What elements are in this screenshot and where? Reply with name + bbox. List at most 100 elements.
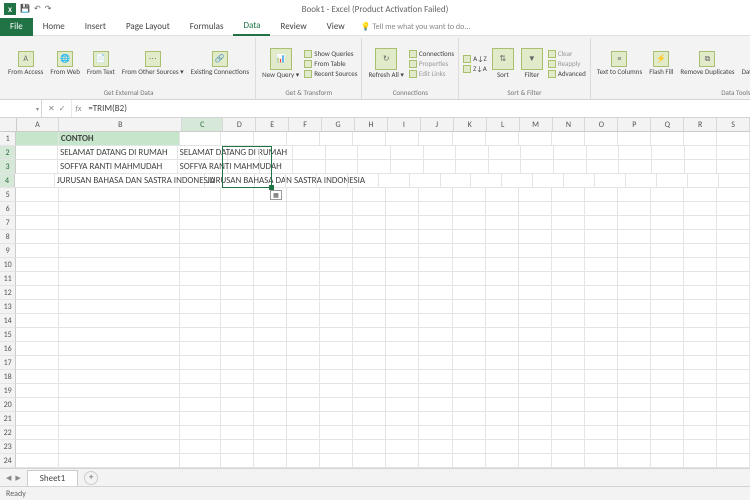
sheet-tab[interactable]: Sheet1 (27, 470, 78, 486)
redo-icon[interactable]: ↷ (45, 4, 52, 14)
cell[interactable] (317, 174, 348, 188)
cell[interactable] (254, 230, 287, 244)
cell[interactable] (287, 426, 320, 440)
cell[interactable] (618, 244, 651, 258)
cell[interactable] (651, 216, 684, 230)
enter-icon[interactable]: ✓ (59, 104, 66, 114)
cell[interactable] (651, 230, 684, 244)
cell[interactable] (59, 230, 180, 244)
cell[interactable] (486, 314, 519, 328)
cell[interactable] (287, 440, 320, 454)
cell[interactable] (180, 230, 221, 244)
cell[interactable] (353, 426, 386, 440)
cell[interactable] (521, 160, 554, 174)
cell[interactable] (684, 454, 717, 468)
cell[interactable] (419, 314, 452, 328)
cell[interactable] (353, 314, 386, 328)
cell[interactable] (320, 370, 353, 384)
cell[interactable] (651, 384, 684, 398)
row-header[interactable]: 19 (0, 384, 16, 398)
sort-za-button[interactable]: Z↓A (463, 64, 487, 73)
cell[interactable] (585, 398, 618, 412)
cell[interactable] (684, 216, 717, 230)
cell[interactable] (552, 258, 585, 272)
cell[interactable] (410, 174, 441, 188)
column-header[interactable]: M (520, 118, 553, 131)
cell[interactable] (453, 426, 486, 440)
cell[interactable] (287, 328, 320, 342)
tell-me-search[interactable]: Tell me what you want to do... (361, 22, 471, 32)
cell[interactable] (618, 188, 651, 202)
refresh-all-button[interactable]: ↻Refresh All ▾ (366, 40, 405, 87)
row-header[interactable]: 2 (0, 146, 16, 160)
cell[interactable] (552, 370, 585, 384)
cell[interactable] (180, 398, 221, 412)
cell[interactable] (180, 188, 221, 202)
cell[interactable] (519, 188, 552, 202)
cell[interactable] (293, 160, 326, 174)
cell[interactable] (717, 370, 750, 384)
cell[interactable] (353, 188, 386, 202)
cell[interactable] (453, 216, 486, 230)
cell[interactable] (519, 216, 552, 230)
column-header[interactable]: G (322, 118, 355, 131)
cell[interactable] (684, 342, 717, 356)
cell[interactable] (353, 286, 386, 300)
cell[interactable] (585, 244, 618, 258)
cell[interactable] (453, 356, 486, 370)
cell[interactable] (554, 146, 587, 160)
cell[interactable] (717, 398, 750, 412)
cell[interactable] (254, 398, 287, 412)
cell[interactable] (618, 426, 651, 440)
cell[interactable] (180, 454, 221, 468)
cell[interactable] (552, 426, 585, 440)
cell[interactable] (353, 440, 386, 454)
sort-button[interactable]: ⇅Sort (490, 40, 516, 87)
cell[interactable] (386, 272, 419, 286)
cell[interactable] (59, 440, 180, 454)
cell[interactable] (453, 244, 486, 258)
cell[interactable] (320, 384, 353, 398)
cell[interactable] (585, 272, 618, 286)
cell[interactable] (320, 412, 353, 426)
cell[interactable] (717, 314, 750, 328)
cell[interactable] (685, 146, 718, 160)
cell[interactable] (386, 244, 419, 258)
cell[interactable] (419, 412, 452, 426)
cell[interactable] (651, 314, 684, 328)
row-header[interactable]: 9 (0, 244, 16, 258)
cell[interactable] (386, 384, 419, 398)
cell[interactable] (419, 188, 452, 202)
cell[interactable] (585, 426, 618, 440)
cell[interactable] (489, 160, 522, 174)
cell[interactable] (16, 412, 59, 426)
cell[interactable] (618, 314, 651, 328)
cell[interactable] (320, 188, 353, 202)
cell[interactable] (287, 384, 320, 398)
cell[interactable] (651, 356, 684, 370)
cell[interactable] (16, 132, 59, 146)
properties-button[interactable]: Properties (409, 59, 454, 68)
cell[interactable] (585, 132, 618, 146)
cell[interactable] (585, 440, 618, 454)
cell[interactable] (353, 272, 386, 286)
cell[interactable] (585, 202, 618, 216)
cell[interactable] (16, 258, 59, 272)
cell[interactable]: SOFFYA RANTI MAHMUDAH (178, 160, 228, 174)
column-header[interactable]: D (223, 118, 256, 131)
cell[interactable] (685, 160, 718, 174)
flash-fill-button[interactable]: ⚡Flash Fill (647, 40, 675, 87)
cell[interactable] (287, 398, 320, 412)
cell[interactable] (585, 412, 618, 426)
row-header[interactable]: 13 (0, 300, 16, 314)
cell[interactable] (254, 412, 287, 426)
cell[interactable] (254, 286, 287, 300)
cell[interactable] (180, 300, 221, 314)
sheet-nav-prev-icon[interactable]: ◀ (6, 473, 11, 482)
cell[interactable] (684, 244, 717, 258)
column-header[interactable]: F (289, 118, 322, 131)
row-header[interactable]: 14 (0, 314, 16, 328)
cell[interactable]: SOFFYA RANTI MAHMUDAH (58, 160, 178, 174)
cell[interactable] (353, 342, 386, 356)
cell[interactable] (391, 146, 424, 160)
